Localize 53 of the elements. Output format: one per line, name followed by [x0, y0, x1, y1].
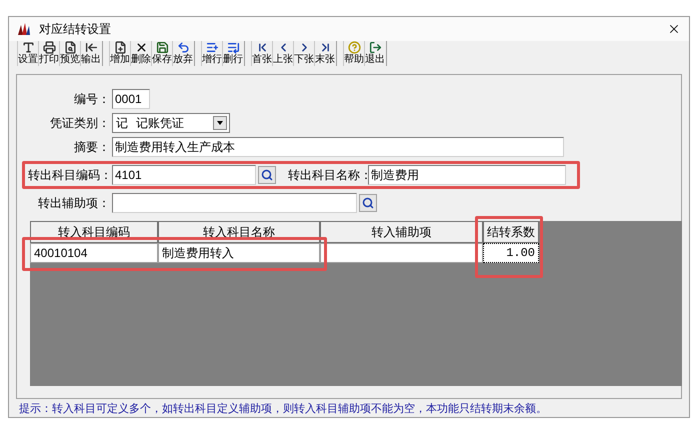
preview-icon	[64, 40, 76, 54]
add-document-icon	[114, 40, 126, 54]
table-cell[interactable]: 1.00	[483, 242, 539, 263]
field-label: 摘要：	[73, 138, 110, 155]
window-title: 对应结转设置	[39, 20, 111, 37]
undo-icon	[176, 40, 190, 54]
table-cell: 40010104	[30, 242, 158, 263]
toolbar-button[interactable]: 增加	[109, 40, 130, 66]
status-hint: 提示：转入科目可定义多个，如转出科目定义辅助项，则转入科目辅助项不能为空，本功能只结转期末余额。	[18, 402, 548, 417]
toolbar-button[interactable]: 放弃	[172, 40, 193, 66]
column-header[interactable]: 转入辅助项	[320, 220, 483, 243]
app-logo-icon	[17, 22, 31, 36]
field-label: 转出科目名称：	[288, 166, 366, 183]
highlight-frame	[475, 216, 543, 278]
delete-row-icon	[226, 40, 240, 54]
toolbar-button[interactable]: 上张	[272, 40, 293, 66]
toolbar-button[interactable]: 预览	[59, 40, 80, 66]
printer-icon	[42, 40, 56, 54]
field-label: 转出科目编码：	[28, 166, 110, 183]
letter-a-icon	[22, 40, 34, 54]
search-button[interactable]	[258, 166, 276, 184]
column-header[interactable]: 结转系数	[483, 220, 539, 243]
search-button[interactable]	[359, 194, 377, 212]
toolbar-button[interactable]: 末张	[314, 40, 335, 66]
toolbar-button[interactable]: 打印	[38, 40, 59, 66]
summary-field[interactable]: 制造费用转入生产成本	[112, 136, 564, 157]
save-icon	[156, 40, 168, 54]
out-aux-field[interactable]	[112, 192, 357, 213]
delete-icon	[134, 40, 148, 54]
toolbar-button[interactable]: 保存	[151, 40, 172, 66]
add-row-icon	[206, 40, 218, 54]
arrow-icon	[84, 40, 98, 54]
voucher-code: 记	[116, 114, 128, 131]
table-cell: 制造费用转入	[158, 242, 320, 263]
toolbar-button[interactable]: 帮助	[343, 40, 364, 66]
out-name-field[interactable]: 制造费用	[368, 164, 566, 185]
field-label: 凭证类别：	[49, 114, 110, 131]
exit-icon	[368, 40, 382, 54]
help-icon	[348, 40, 360, 54]
field-label: 转出辅助项：	[37, 194, 110, 211]
voucher-name: 记账凭证	[136, 114, 184, 131]
toolbar-button[interactable]: 增行	[201, 40, 222, 66]
number-field[interactable]: 0001	[112, 88, 150, 109]
field-label: 编号：	[73, 90, 110, 107]
voucher-type-dropdown[interactable]: 记 记账凭证	[112, 112, 230, 133]
toolbar-button[interactable]: 删行	[222, 40, 243, 66]
out-code-field[interactable]: 4101	[112, 164, 256, 185]
toolbar-button[interactable]: 退出	[364, 40, 385, 66]
toolbar-button[interactable]: 删除	[130, 40, 151, 66]
toolbar-button[interactable]: 设置	[17, 40, 38, 66]
toolbar-button[interactable]: 首张	[251, 40, 272, 66]
toolbar-button[interactable]: 下张	[293, 40, 314, 66]
toolbar-button[interactable]: 输出	[80, 40, 101, 66]
